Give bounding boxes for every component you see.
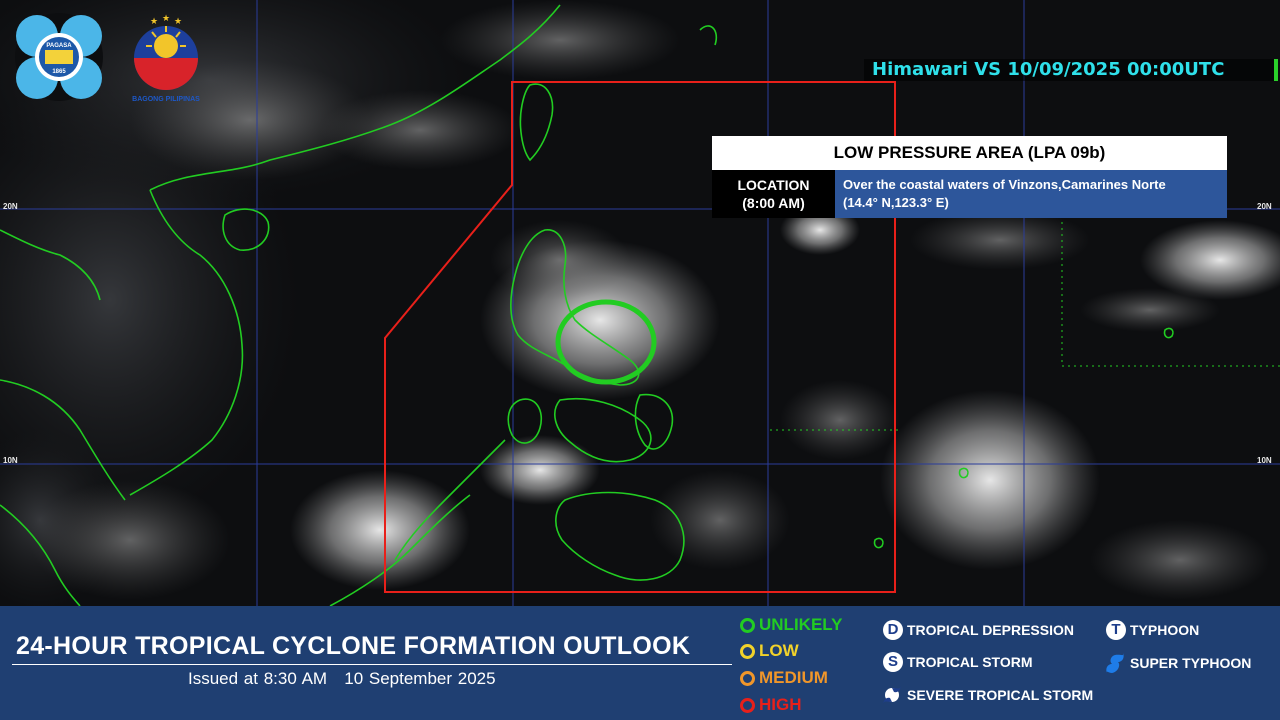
lat-label-20n-right: 20N — [1257, 202, 1272, 211]
legend-low-label: LOW — [759, 641, 799, 660]
bagong-pilipinas-logo: ★ ★ ★ BAGONG PILIPINAS — [132, 14, 200, 103]
low-ring-icon — [740, 643, 755, 659]
legend-typhoon: T TYPHOON — [1106, 620, 1199, 640]
legend-severe-tropical-storm-label: SEVERE TROPICAL STORM — [907, 687, 1094, 703]
legend-medium-label: MEDIUM — [759, 668, 828, 687]
bagong-pilipinas-text: BAGONG PILIPINAS — [132, 96, 200, 103]
legend-typhoon-label: TYPHOON — [1130, 622, 1200, 638]
legend-low: LOW — [740, 641, 799, 661]
location-time: (8:00 AM) — [742, 195, 805, 211]
medium-ring-icon — [740, 670, 755, 686]
legend-high: HIGH — [740, 695, 802, 715]
legend-high-label: HIGH — [759, 695, 802, 714]
lpa-info-box: LOW PRESSURE AREA (LPA 09b) LOCATION (8:… — [712, 136, 1227, 218]
lpa-title: LOW PRESSURE AREA (LPA 09b) — [712, 136, 1227, 170]
high-ring-icon — [740, 697, 755, 713]
unlikely-ring-icon — [740, 617, 755, 633]
legend-unlikely-label: UNLIKELY — [759, 615, 843, 634]
legend-unlikely: UNLIKELY — [740, 615, 842, 635]
location-coordinates: (14.4° N,123.3° E) — [843, 195, 949, 210]
depression-badge-icon: D — [883, 620, 903, 640]
svg-text:★: ★ — [150, 17, 158, 27]
lat-label-20n-left: 20N — [3, 202, 18, 211]
satellite-caption: Himawari VS 10/09/2025 00:00UTC — [864, 59, 1278, 81]
severe-storm-icon — [883, 686, 901, 704]
legend-tropical-depression-label: TROPICAL DEPRESSION — [907, 622, 1074, 638]
legend-tropical-storm: S TROPICAL STORM — [883, 652, 1033, 672]
location-description: Over the coastal waters of Vinzons,Camar… — [843, 177, 1166, 192]
legend-super-typhoon: SUPER TYPHOON — [1104, 652, 1251, 674]
pagasa-logo-text: PAGASA — [46, 43, 72, 49]
legend-tropical-storm-label: TROPICAL STORM — [907, 654, 1033, 670]
typhoon-badge-icon: T — [1106, 620, 1126, 640]
issued-time: Issued at 8:30 AM 10 September 2025 — [188, 669, 496, 688]
legend-tropical-depression: D TROPICAL DEPRESSION — [883, 620, 1074, 640]
outlook-footer: 24-HOUR TROPICAL CYCLONE FORMATION OUTLO… — [0, 606, 1280, 720]
outlook-title: 24-HOUR TROPICAL CYCLONE FORMATION OUTLO… — [16, 632, 691, 660]
legend-super-typhoon-label: SUPER TYPHOON — [1130, 655, 1252, 671]
pagasa-logo-year: 1865 — [52, 69, 66, 75]
lat-label-10n-left: 10N — [3, 456, 18, 465]
svg-text:★: ★ — [162, 14, 170, 24]
legend-medium: MEDIUM — [740, 668, 828, 688]
lat-label-10n-right: 10N — [1257, 456, 1272, 465]
footer-divider — [12, 664, 732, 665]
location-label-cell: LOCATION (8:00 AM) — [712, 170, 835, 218]
super-typhoon-icon — [1106, 653, 1124, 673]
legend-severe-tropical-storm: SEVERE TROPICAL STORM — [881, 684, 1093, 706]
svg-text:★: ★ — [174, 17, 182, 27]
storm-badge-icon: S — [883, 652, 903, 672]
location-label: LOCATION — [737, 177, 810, 193]
pagasa-logo: PAGASA 1865 — [15, 13, 103, 101]
location-value-cell: Over the coastal waters of Vinzons,Camar… — [835, 170, 1227, 218]
